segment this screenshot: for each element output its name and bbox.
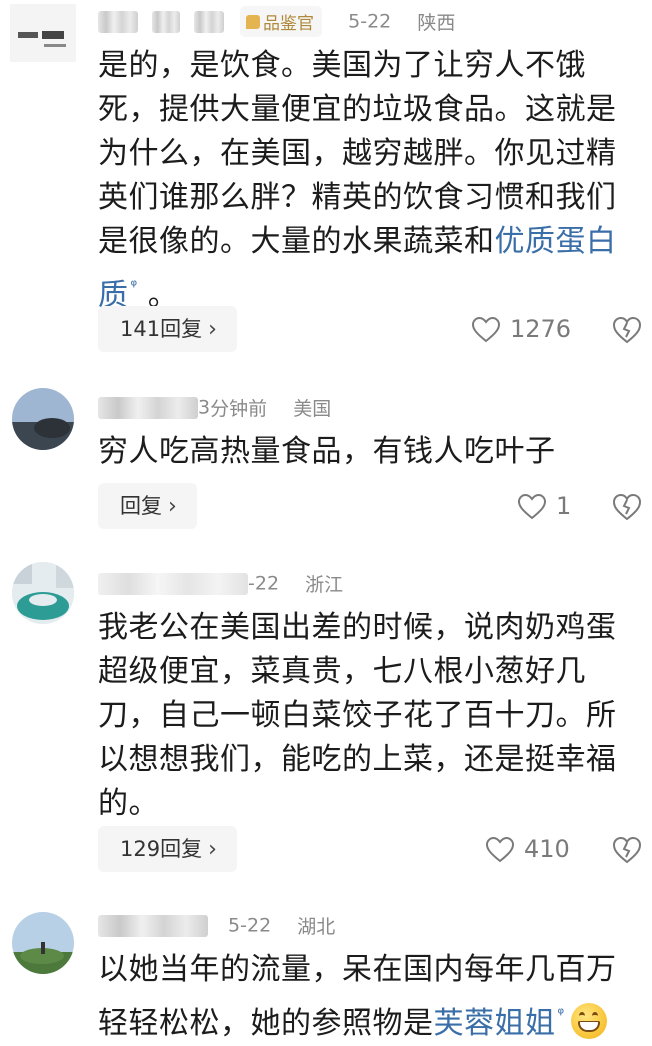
comment-meta: 3分钟前 美国 — [98, 394, 331, 424]
broken-heart-icon[interactable] — [612, 835, 642, 865]
search-link[interactable]: 芙蓉姐姐 — [434, 1006, 556, 1041]
comment-meta: 5-22 湖北 — [98, 912, 335, 942]
heart-outline-icon — [485, 836, 515, 863]
heart-outline-icon — [471, 316, 501, 343]
comment-text: 以她当年的流量，呆在国内每年几百万 轻轻松松，她的参照物是芙蓉姐姐 ᵠ — [98, 952, 617, 1041]
avatar-image — [12, 912, 74, 974]
comment-time: 分钟前 — [210, 398, 268, 420]
comment-meta: -22 浙江 — [98, 570, 343, 600]
comment-date: 5-22 — [228, 914, 272, 937]
avatar[interactable] — [12, 388, 74, 450]
avatar[interactable] — [12, 912, 74, 974]
role-badge: 品鉴官 — [240, 6, 323, 37]
badge-icon — [246, 14, 261, 29]
reply-button[interactable]: 回复 › — [98, 483, 197, 529]
comment-text: 穷人吃高热量食品，有钱人吃叶子 — [98, 434, 556, 469]
like-button[interactable]: 1276 — [471, 306, 572, 352]
search-link[interactable]: 优质蛋白 — [495, 224, 617, 259]
heart-outline-icon — [517, 493, 547, 520]
comment-location: 美国 — [293, 398, 332, 420]
comment-location: 浙江 — [305, 574, 344, 596]
avatar-image — [12, 388, 74, 450]
username-blurred[interactable] — [98, 914, 208, 937]
like-count: 1 — [556, 492, 572, 520]
comment-date: 5-22 — [348, 10, 392, 33]
username-blurred[interactable] — [98, 396, 198, 419]
like-button[interactable]: 410 — [485, 826, 570, 872]
replies-button[interactable]: 141回复 › — [98, 306, 237, 352]
broken-heart-icon[interactable] — [612, 492, 642, 522]
username-blurred[interactable] — [152, 10, 180, 33]
avatar[interactable] — [10, 4, 76, 62]
search-icon[interactable]: ᵠ — [131, 276, 138, 295]
like-count: 1276 — [510, 315, 572, 343]
grin-emoji-icon — [570, 1003, 607, 1039]
broken-heart-icon[interactable] — [612, 315, 642, 345]
avatar[interactable] — [12, 562, 74, 624]
like-count: 410 — [524, 835, 570, 863]
chevron-right-icon: › — [208, 837, 217, 862]
comment-location: 陕西 — [417, 12, 456, 34]
replies-button[interactable]: 129回复 › — [98, 826, 237, 872]
chevron-right-icon: › — [208, 317, 217, 342]
comment-location: 湖北 — [297, 916, 336, 938]
chevron-right-icon: › — [168, 494, 177, 519]
comment-text: 我老公在美国出差的时候，说肉奶鸡蛋 超级便宜，菜真贵，七八根小葱好几 刀，自己一… — [98, 610, 617, 821]
username-blurred[interactable] — [98, 572, 248, 595]
search-icon[interactable]: ᵠ — [558, 1004, 565, 1023]
comment-text: 是的，是饮食。美国为了让穷人不饿 死，提供大量便宜的垃圾食品。这就是 为什么，在… — [98, 48, 617, 313]
like-button[interactable]: 1 — [517, 483, 572, 529]
comment-meta: 品鉴官 5-22 陕西 — [98, 6, 456, 37]
avatar-image — [10, 4, 76, 62]
username-blurred[interactable] — [98, 10, 138, 33]
comment-date: -22 — [248, 572, 280, 595]
avatar-image — [12, 562, 74, 624]
username-blurred[interactable] — [194, 10, 224, 33]
